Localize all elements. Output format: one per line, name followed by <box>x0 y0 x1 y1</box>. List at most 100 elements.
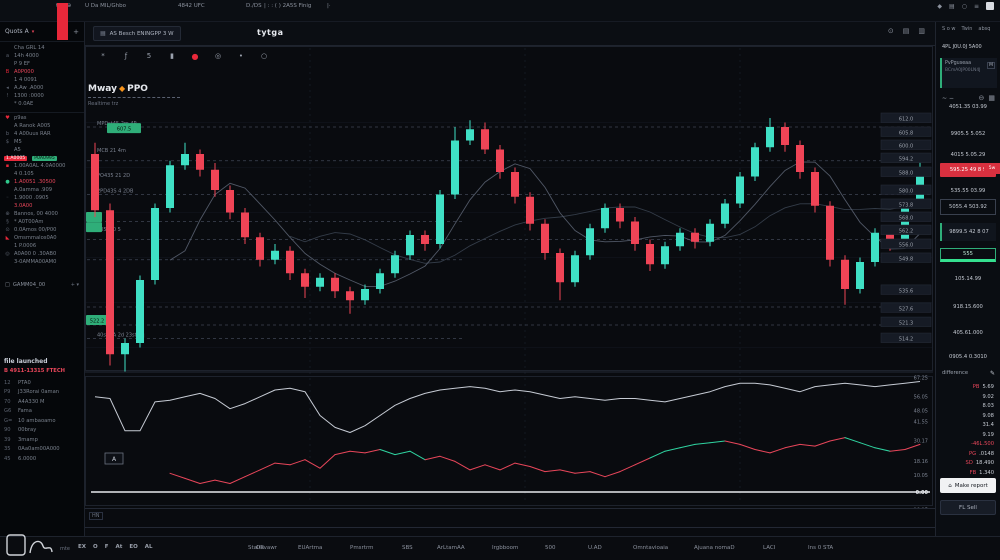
watchlist-row[interactable]: §* A0T00Am <box>0 218 84 226</box>
bottom-list-row[interactable]: 350Aa0am00A000 <box>0 445 84 455</box>
toolbar-right-icon-0[interactable]: ⊙ <box>888 27 894 35</box>
topbar-icon-4[interactable] <box>986 2 994 10</box>
panel-tab-2[interactable]: absq <box>978 26 990 32</box>
watchlist-row[interactable]: A.0amma .909 <box>0 186 84 194</box>
price-ladder-row[interactable]: 4015 5.05.29 <box>940 148 996 162</box>
sidebar-group-row[interactable]: □GAMM04_00+ ▾ <box>0 278 84 292</box>
watchlist-row[interactable]: * 0.0AE <box>0 100 84 108</box>
price-ladder-row[interactable]: 918.15.600 <box>940 300 996 314</box>
watchlist-row[interactable]: ◂A.Aw .A000 <box>0 84 84 92</box>
tool-icon-3[interactable]: ▮ <box>166 50 178 62</box>
watchlist-row[interactable]: ◣Omsmmalos0A0 <box>0 234 84 242</box>
date-axis-label[interactable]: LACI <box>763 545 775 551</box>
topbar-menu-item[interactable]: D./DS <box>246 3 262 9</box>
date-axis-label[interactable]: Irgbboom <box>492 545 518 551</box>
watchlist-row[interactable]: ⊕Bannos, 00 4000 <box>0 210 84 218</box>
price-ladder-row[interactable]: 5055.4 503.92 <box>940 199 996 215</box>
date-axis-label[interactable]: Ins 0 STA <box>808 545 833 551</box>
watchlist-row[interactable]: 1.A0005P0A0995 <box>0 154 84 162</box>
bottom-list-alert[interactable]: B 4911-13315 FTECH <box>0 368 84 378</box>
price-ladder-row[interactable]: 9905.5 5.052 <box>940 127 996 141</box>
watchlist-row[interactable]: 3-0AMMA00AM0 <box>0 258 84 266</box>
date-axis-label[interactable]: SBS <box>402 545 413 551</box>
price-ladder-row[interactable]: 405.61.000 <box>940 326 996 340</box>
bottom-list-row[interactable]: 70A4A330 M <box>0 397 84 407</box>
price-ladder-row[interactable]: 4051.35 03.99 <box>940 100 996 114</box>
timeframe-button-3[interactable]: At <box>115 544 122 550</box>
topbar-icon-0[interactable]: ◆ <box>937 3 942 10</box>
bottom-list-row[interactable]: P9J33Rorai 0aman <box>0 388 84 398</box>
tool-icon-7[interactable]: ○ <box>258 50 270 62</box>
toolbar-right-icon-2[interactable]: ▥ <box>918 27 925 35</box>
watchlist-row[interactable]: a14h 4000 <box>0 52 84 60</box>
topbar-menu-item[interactable]: U Da MIL/Ghbo <box>85 3 126 9</box>
add-symbol-button[interactable]: + <box>73 28 79 36</box>
timeframe-button-1[interactable]: O <box>93 544 98 550</box>
topbar-icon-1[interactable]: ▤ <box>949 3 955 10</box>
tool-icon-0[interactable]: * <box>97 50 109 62</box>
group-actions[interactable]: + ▾ <box>71 282 79 288</box>
bottom-list-row[interactable]: 393mamp <box>0 435 84 445</box>
timeframe-button-0[interactable]: EX <box>78 544 86 550</box>
topbar-menu-item[interactable]: | : : ( ) 2A5S Finig <box>264 3 311 9</box>
tool-icon-5[interactable]: ◎ <box>212 50 224 62</box>
watchlist-row[interactable]: 1 4 0091 <box>0 76 84 84</box>
date-axis-label[interactable]: Pmsrtrm <box>350 545 373 551</box>
price-ladder-row[interactable]: 555 <box>940 248 996 262</box>
watchlist-row[interactable]: ▪1.00A0AL 4.0A0000 <box>0 162 84 170</box>
date-axis-label[interactable]: 500 <box>545 545 556 551</box>
topbar-menu-item[interactable]: 4842 UFC <box>178 3 205 9</box>
date-axis-label[interactable]: U.AD <box>588 545 602 551</box>
timeframe-button-4[interactable]: EO <box>129 544 137 550</box>
price-ladder-row[interactable]: 9899.5 42 8 07 <box>940 223 996 241</box>
panel-tab-0[interactable]: S o w <box>942 26 956 32</box>
date-axis-label[interactable]: Stalibvawr <box>248 545 277 551</box>
watchlist-row[interactable]: ♥p9as <box>0 114 84 122</box>
bottom-list-row[interactable]: 456.0000 <box>0 454 84 464</box>
watchlist-row[interactable]: ◦1.9000 .0905 <box>0 194 84 202</box>
topbar-icon-3[interactable]: ≡ <box>974 3 979 10</box>
price-ladder-row[interactable]: 535.55 03.99 <box>940 184 996 198</box>
watchlist-row[interactable]: 4 0.105 <box>0 170 84 178</box>
sell-button[interactable]: FL Sell <box>940 500 996 515</box>
tool-icon-2[interactable]: 5 <box>143 50 155 62</box>
position-card[interactable]: PvPguseaa BCmA0JP00LN4J M <box>940 58 997 88</box>
watchlist-row[interactable]: !1300 :0000 <box>0 92 84 100</box>
date-axis-label[interactable]: Ajuana nomaD <box>694 545 735 551</box>
watchlist-row[interactable]: $M5 <box>0 138 84 146</box>
bottom-list-row[interactable]: G=10 ambaoamo <box>0 416 84 426</box>
tool-icon-1[interactable]: ƒ <box>120 50 132 62</box>
topbar-icon-2[interactable]: ○ <box>962 3 967 10</box>
make-report-button[interactable]: ⌂ Make report <box>940 478 996 493</box>
topbar-menu-item[interactable]: |· <box>327 3 331 9</box>
timeframe-button-2[interactable]: F <box>105 544 109 550</box>
date-axis-label[interactable]: Omntavioaia <box>633 545 668 551</box>
watchlist-row[interactable]: 3.0A00 <box>0 202 84 210</box>
watchlist-header[interactable]: Quots A ▾ + <box>0 22 84 42</box>
date-axis-label[interactable]: EUArtma <box>298 545 322 551</box>
bottom-list-row[interactable]: 9000bray <box>0 426 84 436</box>
watchlist-row[interactable]: ◎A0A00 0 .30AB0 <box>0 250 84 258</box>
price-ladder-row[interactable]: 0905.4 0.3010 <box>940 350 996 364</box>
panel-tab-1[interactable]: Twin <box>962 26 973 32</box>
watchlist-row[interactable]: P 9 EF <box>0 60 84 68</box>
watchlist-row[interactable]: ⊙0.0Amos 00/P00 <box>0 226 84 234</box>
tool-icon-6[interactable]: • <box>235 50 247 62</box>
watchlist-row[interactable]: Cha GRL 14 <box>0 44 84 52</box>
tool-icon-4[interactable]: ● <box>189 50 201 62</box>
date-axis-label[interactable]: ArLtamAA <box>437 545 465 551</box>
toolbar-right-icon-1[interactable]: ▤ <box>903 27 910 35</box>
price-ladder-row[interactable]: 105.14.99 <box>940 272 996 286</box>
time-axis[interactable]: HN <box>85 508 935 528</box>
watchlist-row[interactable]: A5 <box>0 146 84 154</box>
bottom-list-row[interactable]: G6Fama <box>0 407 84 417</box>
watchlist-row[interactable]: A Ranok A005 <box>0 122 84 130</box>
watchlist-row[interactable]: 1 P.0006 <box>0 242 84 250</box>
candlestick-chart-canvas[interactable]: MPDst45 2m 4PMCB 21 4mPO435 21 2D2PD43S … <box>85 46 935 508</box>
watchlist-row[interactable]: ●1.A0051 .30500 <box>0 178 84 186</box>
bottom-list-row[interactable]: 12PTA0 <box>0 378 84 388</box>
watchlist-row[interactable]: b4 A00uus RAR <box>0 130 84 138</box>
symbol-tab[interactable]: ▦ AS Besch ENINGPP 3 W <box>93 26 181 41</box>
watchlist-row[interactable]: BA0P000 <box>0 68 84 76</box>
edit-icon[interactable]: ✎ <box>990 370 995 377</box>
